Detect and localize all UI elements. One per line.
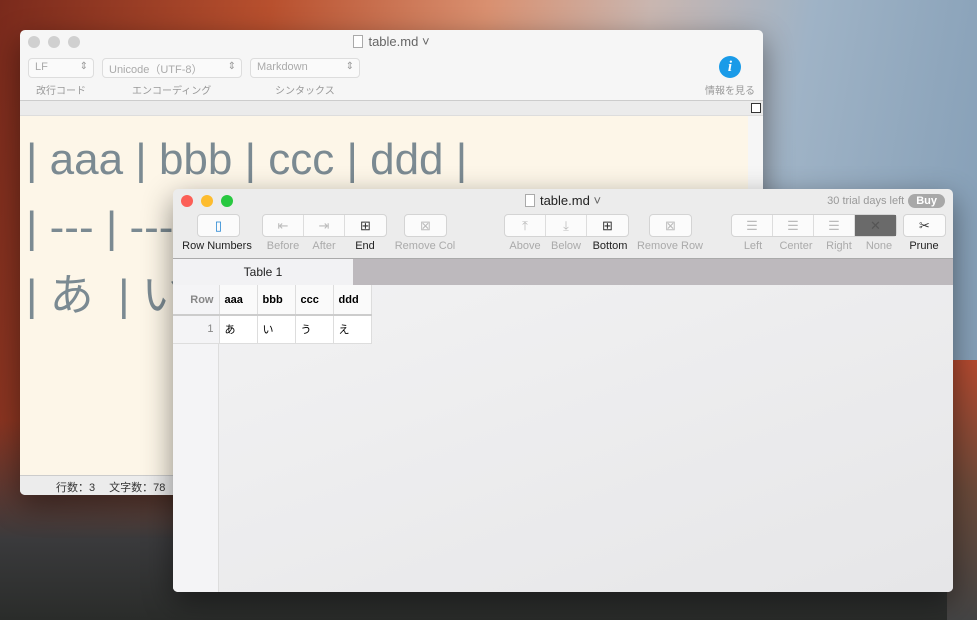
- document-icon: [524, 194, 535, 207]
- column-insert-group: ⇤ ⇥ ⊞: [262, 214, 387, 237]
- table-cell[interactable]: え: [333, 315, 372, 344]
- info-label: 情報を見る: [705, 86, 755, 97]
- row-number[interactable]: 1: [173, 315, 220, 344]
- header-cell[interactable]: ddd: [333, 285, 372, 316]
- info-icon[interactable]: i: [719, 56, 741, 78]
- insert-bottom-button[interactable]: ⊞: [587, 215, 628, 236]
- align-center-button[interactable]: ☰: [773, 215, 814, 236]
- insert-above-button[interactable]: ⤒: [505, 215, 546, 236]
- align-right-button[interactable]: ☰: [814, 215, 855, 236]
- syntax-label: シンタックス: [275, 86, 335, 97]
- encoding-select[interactable]: Unicode（UTF-8）: [102, 58, 242, 78]
- trial-notice: 30 trial days left Buy: [827, 194, 945, 208]
- window-title: table.md ˅: [20, 34, 763, 49]
- ruler-bar: [20, 100, 763, 116]
- prune-button[interactable]: ✂: [904, 215, 945, 236]
- header-cell[interactable]: Row: [173, 285, 220, 316]
- line-ending-select[interactable]: LF: [28, 58, 94, 78]
- insert-end-button[interactable]: ⊞: [345, 215, 386, 236]
- header-cell[interactable]: bbb: [257, 285, 296, 316]
- table-area: Row aaa bbb ccc ddd 1 あ い う え: [173, 285, 953, 592]
- table-header-row: Row aaa bbb ccc ddd: [173, 285, 372, 316]
- line-count: 行数：3: [56, 482, 96, 494]
- encoding-label: エンコーディング: [132, 86, 212, 97]
- table-row: 1 あ い う え: [173, 315, 372, 344]
- header-cell[interactable]: aaa: [219, 285, 258, 316]
- toolbar-label: Remove Col: [394, 240, 456, 252]
- split-icon[interactable]: [751, 103, 761, 113]
- editor-line: | aaa | bbb | ccc | ddd |: [26, 135, 468, 184]
- insert-after-button[interactable]: ⇥: [304, 215, 345, 236]
- remove-col-group: ⊠: [404, 214, 447, 237]
- remove-row-group: ⊠: [649, 214, 692, 237]
- title-text: table.md: [539, 193, 590, 208]
- remove-row-button[interactable]: ⊠: [650, 215, 691, 236]
- header-cell[interactable]: ccc: [295, 285, 334, 316]
- tab-table-1[interactable]: Table 1: [173, 259, 353, 286]
- remove-col-button[interactable]: ⊠: [405, 215, 446, 236]
- align-none-button[interactable]: ✕: [855, 215, 896, 236]
- line-ending-label: 改行コード: [36, 86, 86, 97]
- sheet-tabs: Table 1: [173, 258, 953, 286]
- row-numbers-button[interactable]: ▯: [198, 215, 239, 236]
- align-left-button[interactable]: ☰: [732, 215, 773, 236]
- document-icon: [353, 35, 364, 48]
- toolbar-label: Row Numbers: [182, 240, 252, 252]
- table-cell[interactable]: あ: [219, 315, 258, 344]
- alignment-group: ☰ ☰ ☰ ✕: [731, 214, 897, 237]
- row-insert-group: ⤒ ⤓ ⊞: [504, 214, 629, 237]
- table-cell[interactable]: う: [295, 315, 334, 344]
- data-table: Row aaa bbb ccc ddd 1 あ い う え: [173, 285, 372, 344]
- row-numbers-group: ▯: [197, 214, 240, 237]
- toolbar-label: Remove Row: [636, 240, 704, 252]
- syntax-select[interactable]: Markdown: [250, 58, 360, 78]
- prune-group: ✂: [903, 214, 946, 237]
- trial-text: 30 trial days left: [827, 195, 905, 207]
- toolbar-label: Prune: [909, 240, 939, 252]
- insert-below-button[interactable]: ⤓: [546, 215, 587, 236]
- buy-button[interactable]: Buy: [908, 194, 945, 208]
- title-text: table.md: [368, 34, 419, 49]
- char-count: 文字数：78: [109, 482, 166, 494]
- table-window: table.md ˅ 30 trial days left Buy ▯ ⇤ ⇥ ⊞ ⊠…: [173, 189, 953, 592]
- insert-before-button[interactable]: ⇤: [263, 215, 304, 236]
- table-cell[interactable]: い: [257, 315, 296, 344]
